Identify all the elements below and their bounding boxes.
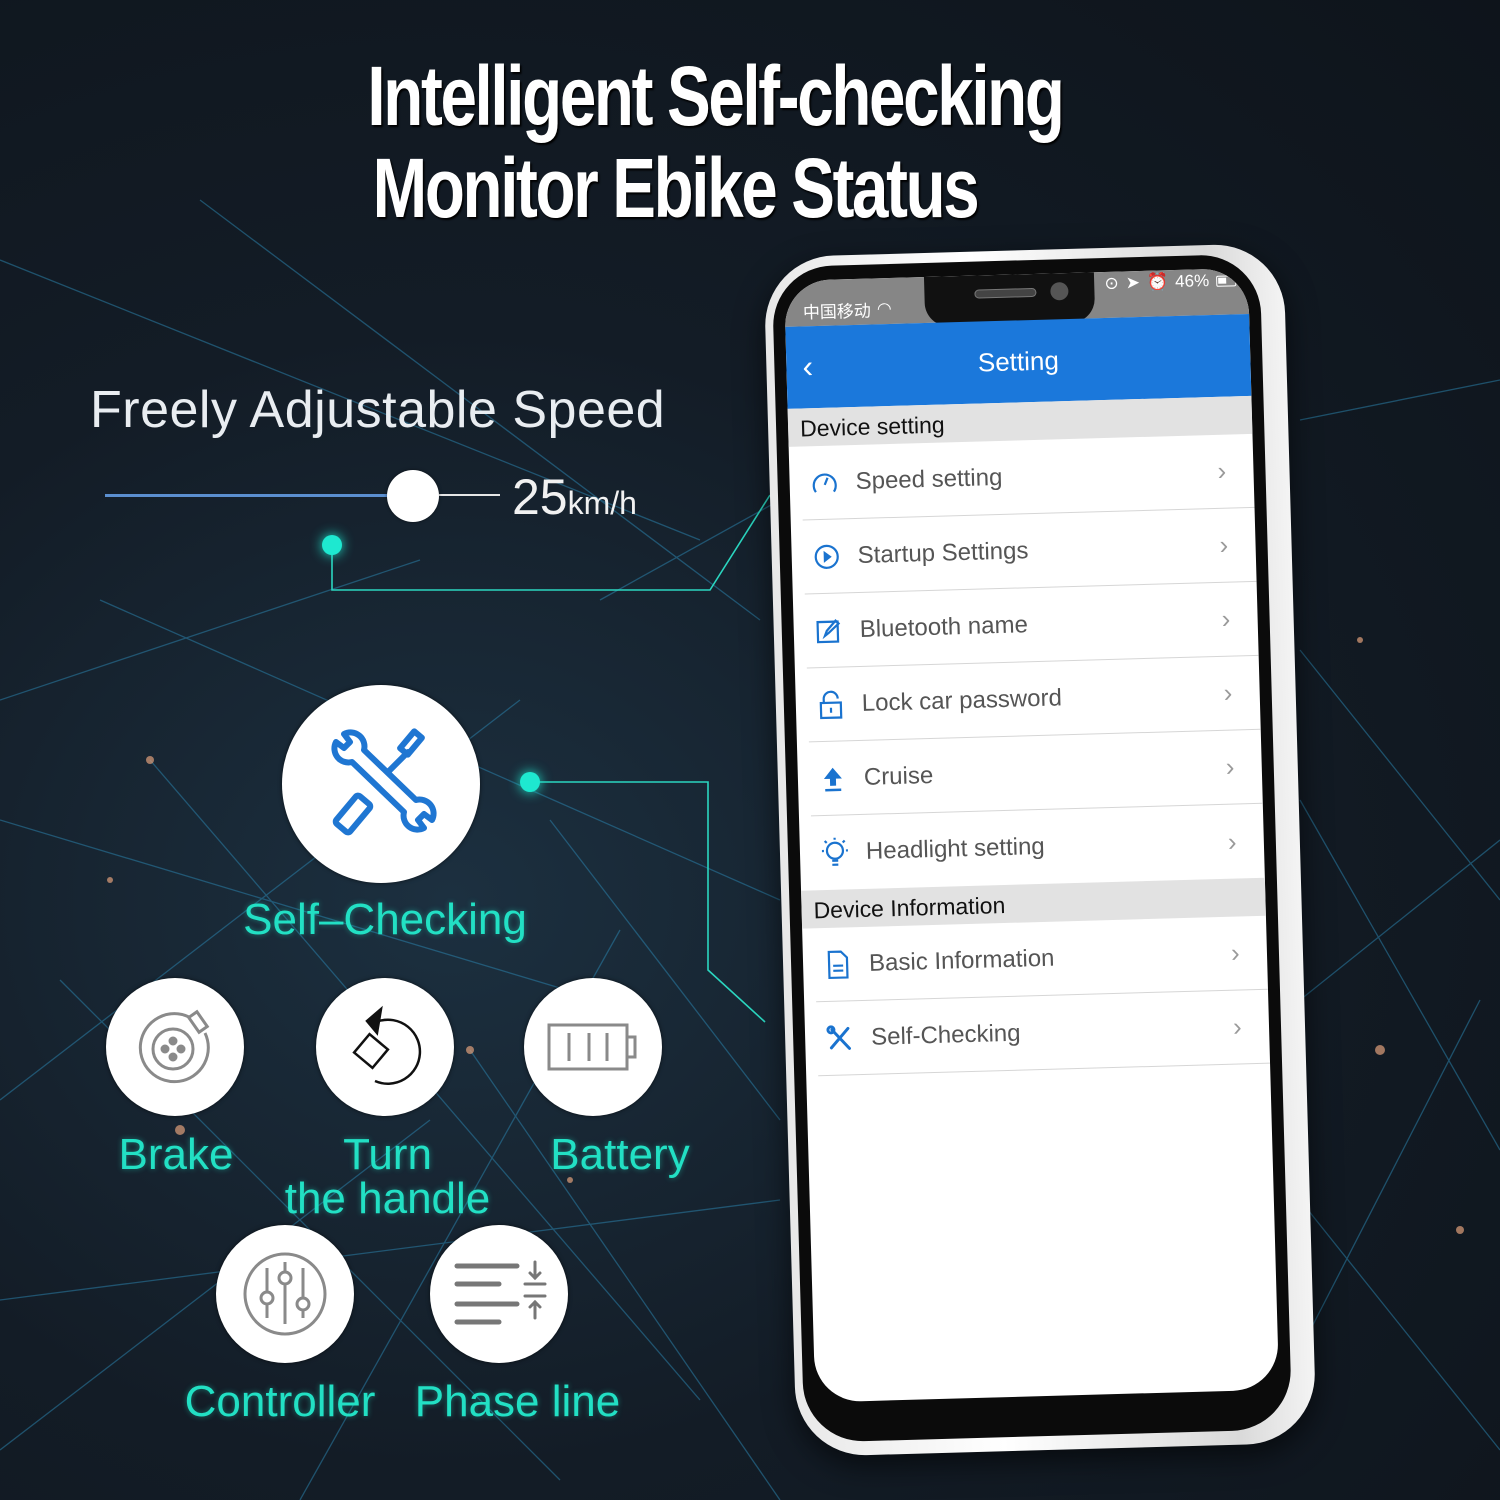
slider-track-filled <box>105 494 387 497</box>
row-label: Lock car password <box>861 683 1063 717</box>
wifi-icon: ◠ <box>876 298 892 318</box>
chevron-right-icon: › <box>1227 826 1237 857</box>
battery-icon <box>547 1023 637 1071</box>
connector-node-dot <box>322 535 342 555</box>
speed-unit: km/h <box>567 485 637 521</box>
chevron-right-icon: › <box>1223 677 1233 708</box>
row-label: Speed setting <box>855 463 1003 495</box>
status-left: 中国移动 ◠ <box>803 296 893 323</box>
phase-line-icon <box>454 1260 547 1325</box>
settings-row-startup[interactable]: Startup Settings › <box>802 507 1257 595</box>
headline-line-2: Monitor Ebike Status <box>372 141 980 235</box>
carrier-name: 中国移动 <box>802 301 872 323</box>
speedometer-icon <box>807 465 842 500</box>
upload-arrow-icon <box>815 761 850 796</box>
row-label: Cruise <box>863 761 934 791</box>
unlock-icon <box>813 687 848 722</box>
nav-bar: ‹ Setting <box>785 313 1252 409</box>
settings-row-lock-password[interactable]: Lock car password › <box>806 655 1261 743</box>
check-item-brake-label: Brake <box>118 1130 234 1179</box>
check-item-controller-label: Controller <box>184 1377 376 1426</box>
status-right: ⊙ ➤ ⏰ 46% <box>1104 270 1237 294</box>
check-item-phase-line <box>430 1225 568 1363</box>
check-item-handle <box>316 978 454 1116</box>
settings-row-bluetooth-name[interactable]: Bluetooth name › <box>804 581 1259 669</box>
label-line-1: Turn <box>343 1130 432 1179</box>
chevron-right-icon: › <box>1221 603 1231 634</box>
check-item-handle-label: Turn the handle <box>275 1133 500 1221</box>
wrench-screwdriver-icon <box>331 728 437 836</box>
headline-line-1: Intelligent Self-checking <box>367 49 1064 143</box>
row-label: Basic Information <box>868 944 1055 977</box>
check-item-controller <box>216 1225 354 1363</box>
document-icon <box>821 947 856 982</box>
row-label: Startup Settings <box>857 536 1029 569</box>
settings-row-speed[interactable]: Speed setting › <box>800 433 1255 521</box>
check-item-brake <box>106 978 244 1116</box>
lightbulb-icon <box>818 835 853 870</box>
self-check-badge <box>282 685 480 883</box>
check-item-phase-line-label: Phase line <box>414 1377 621 1426</box>
play-circle-icon <box>809 539 844 574</box>
row-label: Bluetooth name <box>859 610 1029 643</box>
chevron-right-icon: › <box>1232 1011 1243 1042</box>
speaker-grille <box>974 287 1037 299</box>
app-screen: 中国移动 ◠ ⊙ ➤ ⏰ 46% ‹ Setting Device settin… <box>784 267 1280 1403</box>
settings-row-basic-information[interactable]: Basic Information › <box>814 915 1268 1003</box>
settings-row-headlight[interactable]: Headlight setting › <box>811 804 1265 891</box>
battery-percent: 46% <box>1174 271 1210 292</box>
label-line-2: the handle <box>284 1174 491 1223</box>
check-item-battery-label: Battery <box>550 1130 690 1179</box>
speed-value: 25 <box>512 469 568 525</box>
rotation-lock-icon: ⊙ <box>1104 273 1120 293</box>
chevron-right-icon: › <box>1219 529 1229 560</box>
speed-feature-title: Freely Adjustable Speed <box>90 381 666 439</box>
speed-value-readout: 25km/h <box>512 468 637 526</box>
slider-track-rest <box>439 494 500 496</box>
rotate-handle-icon <box>352 1005 422 1085</box>
settings-row-cruise[interactable]: Cruise › <box>808 729 1263 817</box>
tools-icon <box>823 1021 858 1056</box>
row-label: Headlight setting <box>865 832 1046 865</box>
location-icon: ➤ <box>1125 272 1141 293</box>
chevron-right-icon: › <box>1217 455 1227 486</box>
phone-bezel: 中国移动 ◠ ⊙ ➤ ⏰ 46% ‹ Setting Device settin… <box>771 253 1293 1443</box>
front-camera <box>1050 281 1069 301</box>
speed-slider[interactable] <box>105 470 500 522</box>
row-label: Self-Checking <box>870 1019 1021 1051</box>
check-item-battery <box>524 978 662 1116</box>
chevron-right-icon: › <box>1230 937 1241 968</box>
slider-thumb[interactable] <box>387 470 439 522</box>
self-check-label: Self–Checking <box>243 895 527 944</box>
alarm-icon: ⏰ <box>1146 272 1169 292</box>
settings-row-self-checking[interactable]: Self-Checking › <box>816 989 1271 1077</box>
controller-sliders-icon <box>243 1252 327 1336</box>
chevron-right-icon: › <box>1225 751 1235 782</box>
status-battery-icon <box>1216 274 1237 287</box>
brake-disc-icon <box>138 1009 210 1084</box>
screen-title: Setting <box>977 345 1060 378</box>
connector-node-dot <box>520 772 540 792</box>
edit-icon <box>811 613 846 648</box>
phone-mockup: 中国移动 ◠ ⊙ ➤ ⏰ 46% ‹ Setting Device settin… <box>763 242 1317 1458</box>
